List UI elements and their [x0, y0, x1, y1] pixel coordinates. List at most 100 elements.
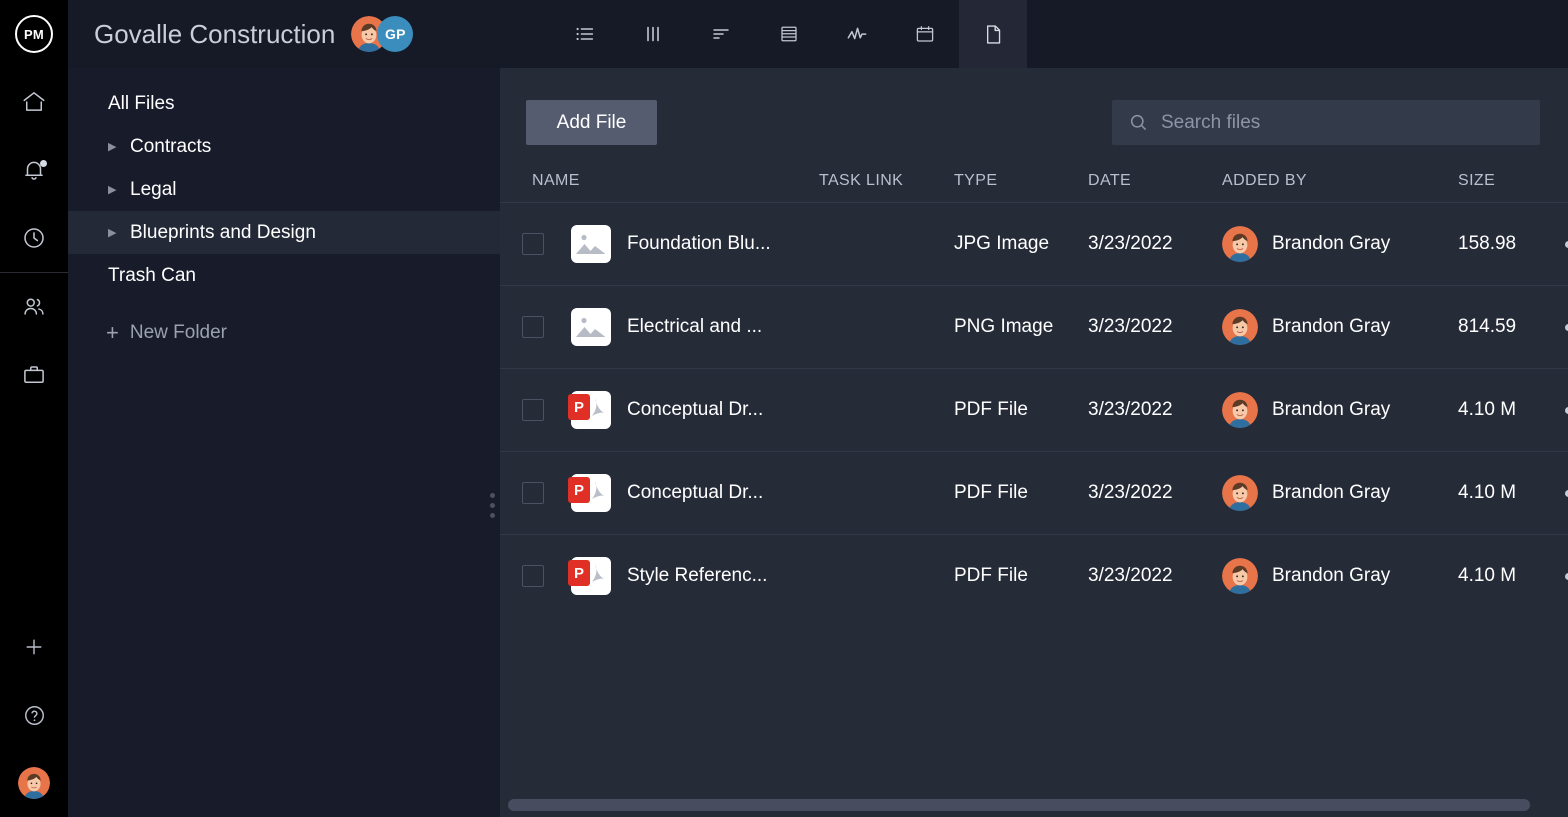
scrollbar-thumb[interactable] — [508, 799, 1530, 811]
row-menu-button[interactable] — [1550, 407, 1568, 414]
added-by-name: Brandon Gray — [1272, 316, 1390, 338]
row-checkbox[interactable] — [522, 316, 544, 338]
ellipsis-icon — [1565, 573, 1568, 580]
table-row[interactable]: Foundation Blu... JPG Image 3/23/2022 — [500, 202, 1568, 285]
row-menu-button[interactable] — [1550, 324, 1568, 331]
app-logo-text: PM — [15, 15, 53, 53]
sidebar-item-label: Trash Can — [108, 265, 196, 287]
sidebar-item-contracts[interactable]: ▶ Contracts — [68, 125, 500, 168]
sidebar-item-legal[interactable]: ▶ Legal — [68, 168, 500, 211]
sidebar-resize-handle[interactable] — [490, 493, 495, 518]
rail-item-notifications[interactable] — [0, 136, 68, 204]
horizontal-scrollbar[interactable] — [508, 799, 1552, 811]
file-name-cell: P Conceptual Dr... — [522, 391, 819, 429]
new-folder-button[interactable]: + New Folder — [68, 311, 500, 354]
briefcase-icon — [21, 362, 47, 388]
avatar — [1222, 558, 1258, 594]
add-file-button[interactable]: Add File — [526, 100, 657, 145]
tab-board[interactable] — [619, 0, 687, 68]
file-name-cell: Electrical and ... — [522, 308, 819, 346]
file-name: Electrical and ... — [627, 316, 762, 338]
sidebar-item-blueprints-and-design[interactable]: ▶ Blueprints and Design — [68, 211, 500, 254]
sidebar-item-all-files[interactable]: All Files — [68, 82, 500, 125]
added-by-cell: Brandon Gray — [1222, 558, 1458, 594]
chevron-right-icon: ▶ — [108, 226, 126, 239]
table-row[interactable]: Electrical and ... PNG Image 3/23/2022 — [500, 285, 1568, 368]
plus-icon — [22, 635, 46, 659]
row-checkbox[interactable] — [522, 233, 544, 255]
file-name-cell: P Style Referenc... — [522, 557, 819, 595]
sidebar-top-spacer — [68, 68, 500, 82]
header-avatar-group[interactable]: GP — [351, 16, 413, 52]
added-by-name: Brandon Gray — [1272, 482, 1390, 504]
rail-item-help[interactable] — [0, 681, 68, 749]
sidebar-item-trash-can[interactable]: Trash Can — [68, 254, 500, 297]
tab-sheet[interactable] — [755, 0, 823, 68]
pdf-file-icon: P — [571, 474, 611, 512]
column-header-size[interactable]: SIZE — [1458, 172, 1550, 190]
added-by-name: Brandon Gray — [1272, 233, 1390, 255]
pdf-badge: P — [568, 477, 590, 503]
files-panel: Add File NAME TASK LINK TYPE DATE ADDED … — [500, 68, 1568, 817]
rail-item-home[interactable] — [0, 68, 68, 136]
tab-workload[interactable] — [823, 0, 891, 68]
file-type-cell: PDF File — [954, 565, 1088, 587]
handle-dot — [490, 493, 495, 498]
column-header-task-link[interactable]: TASK LINK — [819, 172, 954, 190]
sidebar-item-label: All Files — [108, 93, 175, 115]
rail-item-projects[interactable] — [0, 341, 68, 409]
tab-list[interactable] — [551, 0, 619, 68]
file-date-cell: 3/23/2022 — [1088, 565, 1222, 587]
row-menu-button[interactable] — [1550, 241, 1568, 248]
pdf-file-icon: P — [571, 557, 611, 595]
rail-item-timesheets[interactable] — [0, 204, 68, 272]
image-file-icon — [571, 225, 611, 263]
avatar-icon — [18, 767, 50, 799]
search-input[interactable] — [1161, 100, 1540, 145]
row-checkbox[interactable] — [522, 399, 544, 421]
table-row[interactable]: P Style Referenc... PDF File 3/23/2022 — [500, 534, 1568, 617]
table-row[interactable]: P Conceptual Dr... PDF File 3/23/2022 — [500, 368, 1568, 451]
row-checkbox[interactable] — [522, 482, 544, 504]
tab-calendar[interactable] — [891, 0, 959, 68]
column-header-name[interactable]: NAME — [522, 172, 819, 190]
rail-item-team[interactable] — [0, 273, 68, 341]
avatar — [1222, 226, 1258, 262]
added-by-cell: Brandon Gray — [1222, 309, 1458, 345]
avatar-initials: GP — [377, 16, 413, 52]
column-header-type[interactable]: TYPE — [954, 172, 1088, 190]
sidebar-item-label: Contracts — [130, 136, 211, 158]
app-header: Govalle Construction GP — [68, 0, 1568, 68]
file-size-cell: 158.98 — [1458, 233, 1550, 255]
ellipsis-icon — [1565, 490, 1568, 497]
table-row[interactable]: P Conceptual Dr... PDF File 3/23/2022 — [500, 451, 1568, 534]
file-type-cell: PNG Image — [954, 316, 1088, 338]
rail-item-account[interactable] — [0, 749, 68, 817]
handle-dot — [490, 513, 495, 518]
row-checkbox[interactable] — [522, 565, 544, 587]
avatar — [1222, 392, 1258, 428]
sidebar-gap — [68, 297, 500, 311]
file-date-cell: 3/23/2022 — [1088, 233, 1222, 255]
rail-primary-group — [0, 68, 68, 409]
column-header-added-by[interactable]: ADDED BY — [1222, 172, 1458, 190]
files-table-header: NAME TASK LINK TYPE DATE ADDED BY SIZE — [500, 160, 1568, 202]
rail-item-add[interactable] — [0, 613, 68, 681]
ellipsis-icon — [1565, 407, 1568, 414]
global-nav-rail: PM — [0, 0, 68, 817]
file-icon — [981, 22, 1006, 47]
chevron-right-icon: ▶ — [108, 183, 126, 196]
search-files-box[interactable] — [1112, 100, 1540, 145]
file-name-cell: P Conceptual Dr... — [522, 474, 819, 512]
added-by-cell: Brandon Gray — [1222, 392, 1458, 428]
row-menu-button[interactable] — [1550, 490, 1568, 497]
tab-files[interactable] — [959, 0, 1027, 68]
row-menu-button[interactable] — [1550, 573, 1568, 580]
avatar — [1222, 309, 1258, 345]
help-icon — [22, 703, 47, 728]
folders-sidebar: All Files ▶ Contracts ▶ Legal ▶ Blueprin… — [68, 68, 500, 817]
app-logo[interactable]: PM — [0, 0, 68, 68]
new-folder-label: New Folder — [130, 322, 227, 344]
column-header-date[interactable]: DATE — [1088, 172, 1222, 190]
tab-gantt[interactable] — [687, 0, 755, 68]
